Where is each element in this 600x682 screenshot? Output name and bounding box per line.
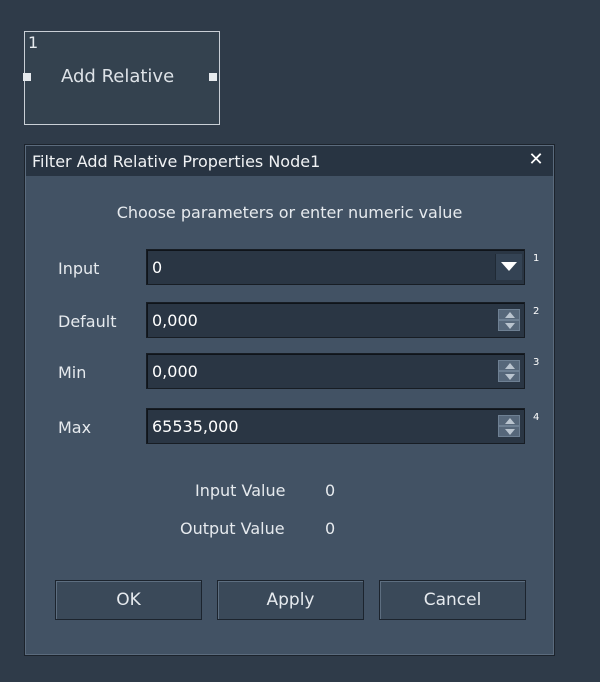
output-value-readout: 0 [325,519,336,538]
apply-button[interactable]: Apply [217,580,364,620]
row-index-1: 1 [533,253,540,264]
arrow-down-icon [505,429,515,435]
min-spinner[interactable] [498,360,520,382]
node-title: Add Relative [61,66,175,87]
min-field[interactable]: 0,000 [146,353,525,389]
input-label: Input [58,259,100,278]
spin-down-button[interactable] [498,426,520,437]
arrow-down-icon [505,374,515,380]
spin-down-button[interactable] [498,371,520,382]
properties-dialog: Filter Add Relative Properties Node1 ✕ C… [24,144,555,656]
input-value: 0 [152,258,163,277]
dropdown-button[interactable] [495,254,522,280]
instruction-text: Choose parameters or enter numeric value [116,203,463,222]
node-input-port[interactable] [23,73,31,81]
input-value-label: Input Value [195,481,286,500]
node-number: 1 [28,33,39,52]
arrow-down-icon [505,323,515,329]
spin-up-button[interactable] [498,360,520,371]
min-label: Min [58,363,87,382]
arrow-up-icon [505,363,515,369]
workspace-canvas: 1 Add Relative Filter Add Relative Prope… [0,0,600,682]
min-value: 0,000 [152,362,198,381]
close-icon[interactable]: ✕ [527,151,545,169]
output-value-label: Output Value [180,519,285,538]
max-spinner[interactable] [498,415,520,437]
arrow-up-icon [505,312,515,318]
filter-node[interactable]: 1 Add Relative [23,31,220,125]
default-label: Default [58,312,117,331]
default-spinner[interactable] [498,309,520,331]
row-index-4: 4 [533,412,540,423]
arrow-up-icon [505,418,515,424]
node-output-port[interactable] [209,73,217,81]
spin-down-button[interactable] [498,320,520,331]
default-value: 0,000 [152,311,198,330]
max-label: Max [58,418,92,437]
dialog-titlebar[interactable]: Filter Add Relative Properties Node1 ✕ [26,146,553,176]
max-value: 65535,000 [152,417,239,436]
default-field[interactable]: 0,000 [146,302,525,338]
input-select[interactable]: 0 [146,249,525,285]
row-index-2: 2 [533,306,540,317]
max-field[interactable]: 65535,000 [146,408,525,444]
cancel-button[interactable]: Cancel [379,580,526,620]
dialog-title: Filter Add Relative Properties Node1 [32,152,321,171]
chevron-down-icon [501,262,517,271]
input-value-readout: 0 [325,481,336,500]
row-index-3: 3 [533,357,540,368]
ok-button[interactable]: OK [55,580,202,620]
spin-up-button[interactable] [498,309,520,320]
spin-up-button[interactable] [498,415,520,426]
